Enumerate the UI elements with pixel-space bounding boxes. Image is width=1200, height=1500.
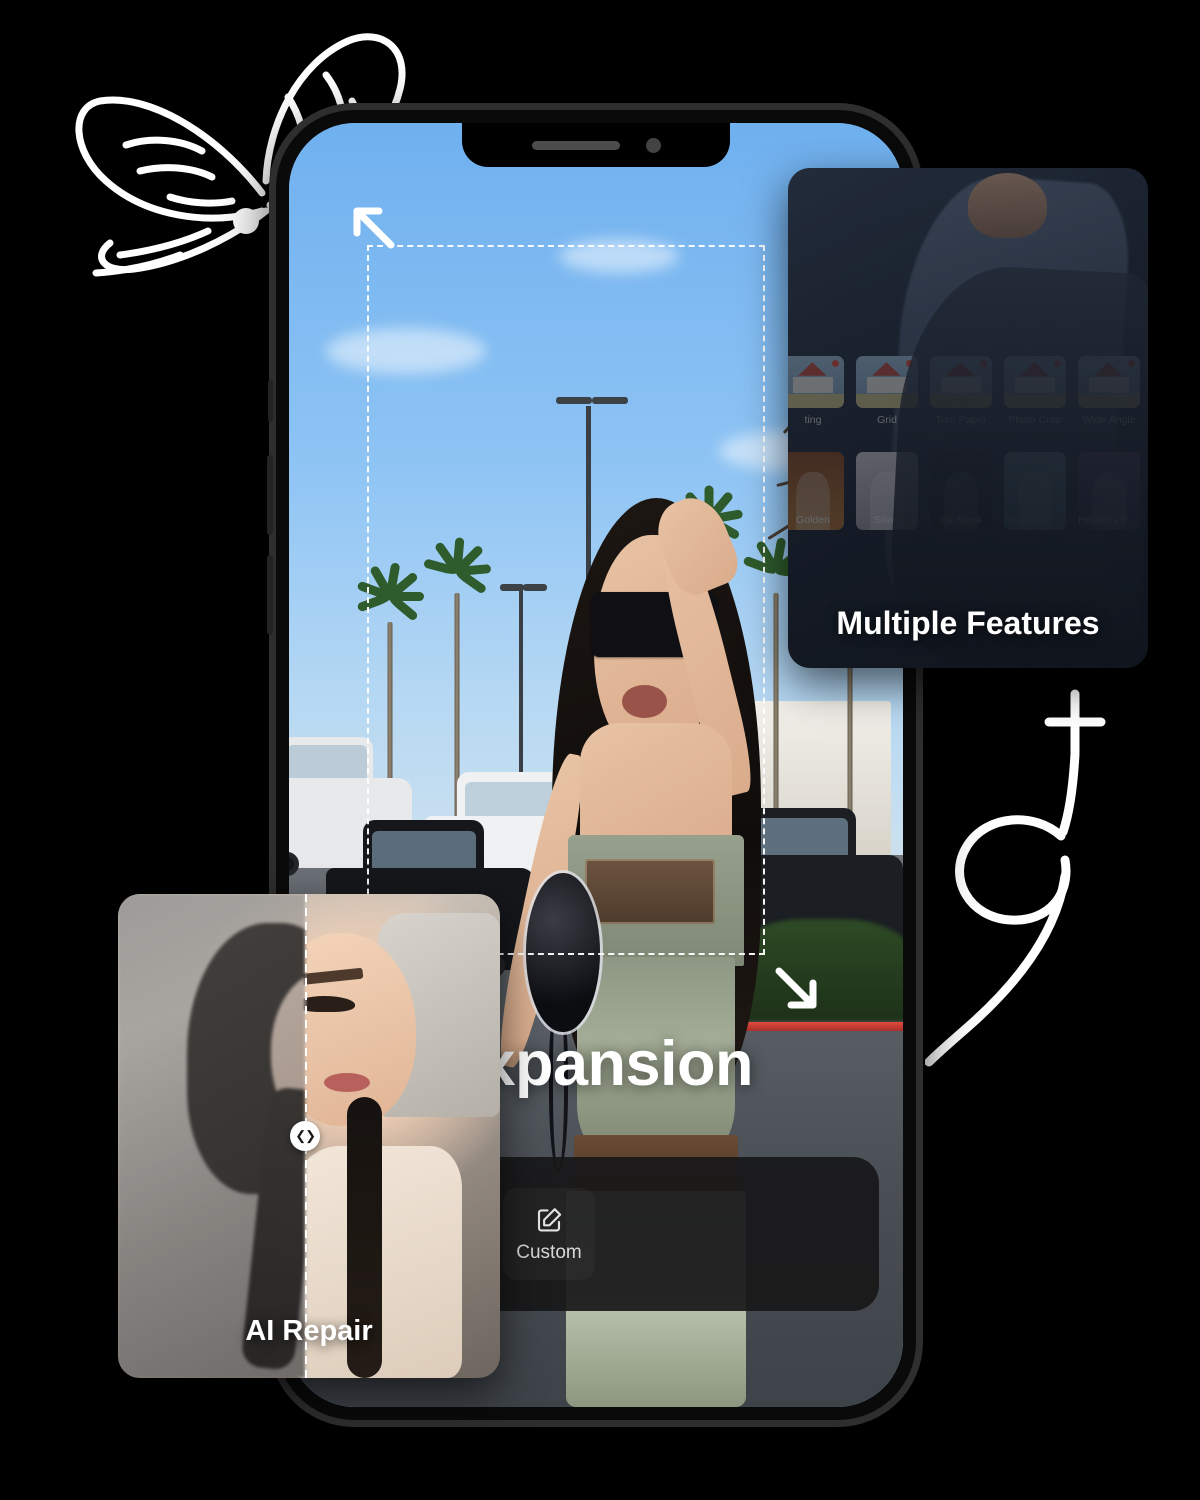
features-card-title: Multiple Features [836, 605, 1100, 641]
multiple-features-card[interactable]: ting Grid Torn Paper Photo Crop [788, 168, 1148, 668]
edit-square-icon [537, 1207, 562, 1231]
expand-up-left-arrow[interactable] [347, 201, 399, 253]
promo-stage: Expansion 125% Best Custom [0, 0, 1200, 1500]
speaker-grille-icon [531, 140, 620, 150]
phone-notch [462, 123, 730, 167]
repair-card-title: AI Repair [245, 1315, 373, 1347]
custom-label: Custom [516, 1241, 582, 1263]
expand-down-right-arrow[interactable] [771, 963, 823, 1015]
swirl-star-doodle [925, 689, 1106, 1067]
front-camera-icon [645, 137, 661, 153]
volume-up-button[interactable] [267, 455, 273, 535]
mute-switch-button[interactable] [268, 380, 273, 422]
repair-before-image [118, 894, 306, 1378]
volume-down-button[interactable] [267, 555, 273, 635]
repair-noise-texture [118, 894, 306, 1378]
features-overlay-veil [788, 168, 1148, 668]
expansion-crop-box[interactable] [367, 245, 765, 955]
expansion-option-custom[interactable]: Custom [503, 1188, 595, 1280]
ai-repair-card[interactable]: ❮❯ AI Repair [118, 894, 500, 1378]
before-after-slider-handle[interactable]: ❮❯ [290, 1121, 321, 1151]
